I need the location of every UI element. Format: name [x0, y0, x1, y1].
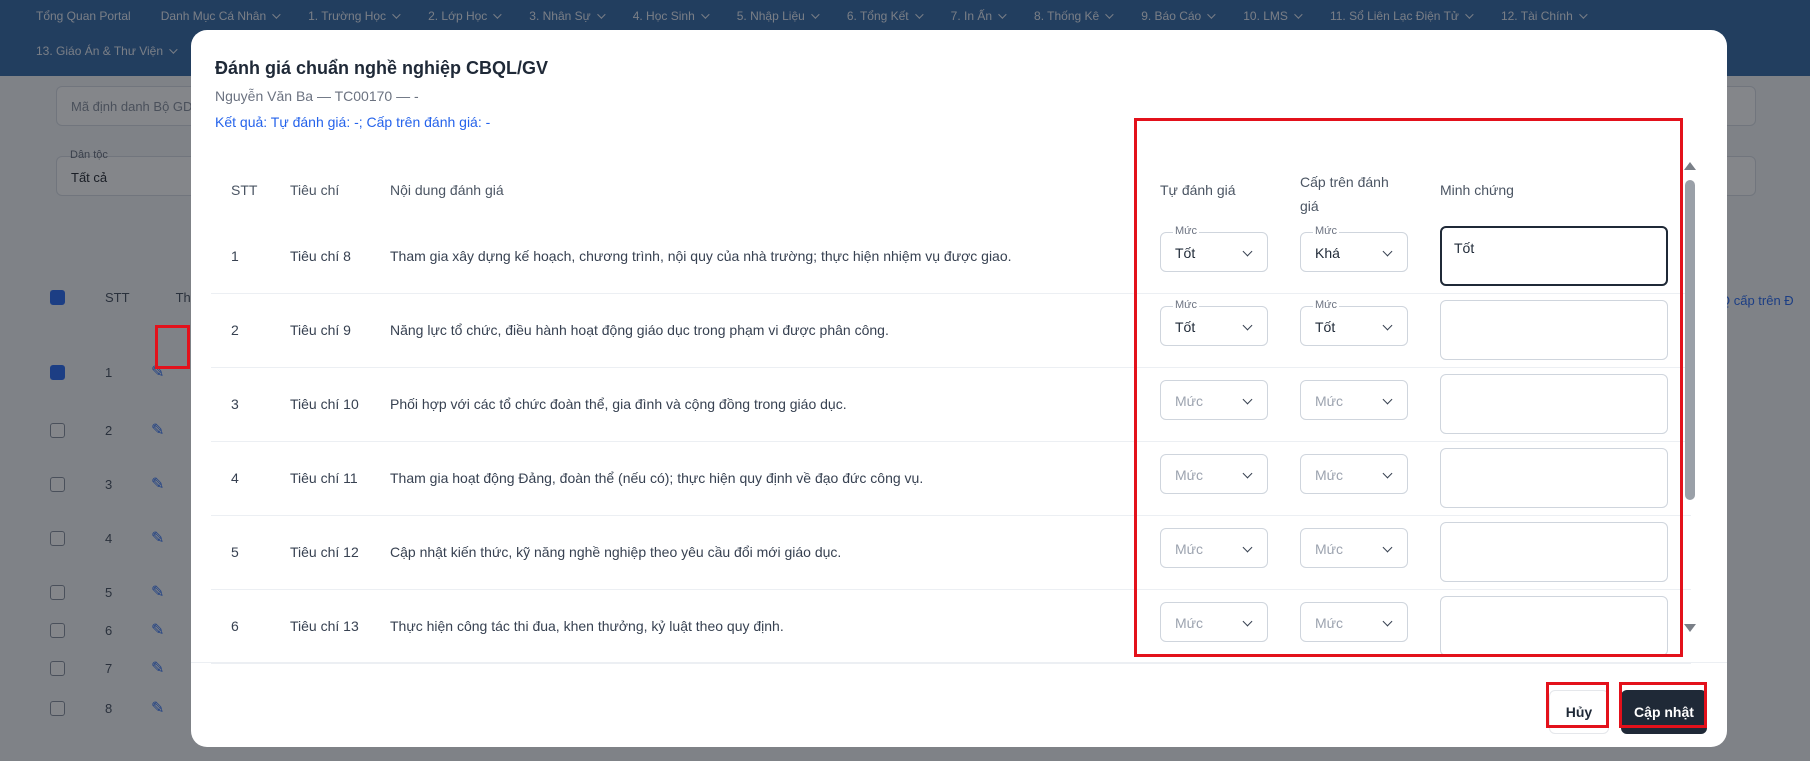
select-value: Tốt — [1175, 245, 1196, 261]
update-button[interactable]: Cập nhật — [1621, 690, 1707, 734]
footer-divider — [191, 662, 1727, 663]
evidence-input[interactable] — [1440, 300, 1668, 360]
table-row: 1 Tiêu chí 8 Tham gia xây dựng kế hoạch, c… — [211, 220, 1691, 294]
self-evaluation-select[interactable]: Mức Tốt — [1160, 299, 1268, 346]
evidence-input[interactable] — [1440, 522, 1668, 582]
row-stt: 5 — [231, 544, 239, 560]
header-superior-line1: Cấp trên đánh — [1300, 174, 1389, 190]
superior-evaluation-select[interactable]: Mức Khá — [1300, 225, 1408, 272]
row-content: Thực hiện công tác thi đua, khen thưởng,… — [390, 618, 784, 634]
chevron-down-icon — [1242, 394, 1253, 405]
select-value: Tốt — [1315, 319, 1336, 335]
modal-subtitle: Nguyễn Văn Ba — TC00170 — - — [215, 88, 419, 104]
superior-evaluation-select[interactable]: Mức — [1300, 380, 1408, 420]
header-superior-evaluation: Cấp trên đánh giá — [1300, 170, 1389, 218]
row-criterion: Tiêu chí 8 — [290, 248, 351, 264]
self-evaluation-select[interactable]: Mức — [1160, 602, 1268, 642]
header-superior-line2: giá — [1300, 198, 1319, 214]
row-criterion: Tiêu chí 10 — [290, 396, 359, 412]
row-stt: 4 — [231, 470, 239, 486]
row-criterion: Tiêu chí 9 — [290, 322, 351, 338]
evaluation-modal: Đánh giá chuẩn nghề nghiệp CBQL/GV Nguyễ… — [191, 30, 1727, 747]
select-value: Mức — [1315, 615, 1344, 631]
row-content: Cập nhật kiến thức, kỹ năng nghề nghiệp … — [390, 544, 842, 560]
row-stt: 6 — [231, 618, 239, 634]
chevron-down-icon — [1382, 542, 1393, 553]
header-self-evaluation: Tự đánh giá — [1160, 182, 1236, 198]
table-row: 5 Tiêu chí 12 Cập nhật kiến thức, kỹ năng … — [211, 516, 1691, 590]
evidence-input[interactable] — [1440, 448, 1668, 508]
row-content: Năng lực tổ chức, điều hành hoạt động gi… — [390, 322, 889, 338]
select-floating-label: Mức — [1313, 225, 1340, 237]
header-stt: STT — [231, 182, 258, 198]
superior-evaluation-select[interactable]: Mức — [1300, 454, 1408, 494]
evidence-input[interactable] — [1440, 374, 1668, 434]
row-stt: 1 — [231, 248, 239, 264]
select-value: Mức — [1175, 467, 1204, 483]
table-row: 2 Tiêu chí 9 Năng lực tổ chức, điều hành h… — [211, 294, 1691, 368]
header-evidence: Minh chứng — [1440, 182, 1514, 198]
scroll-down-arrow-icon[interactable] — [1684, 624, 1696, 632]
select-value: Mức — [1175, 615, 1204, 631]
table-row: 4 Tiêu chí 11 Tham gia hoạt động Đảng, đoà… — [211, 442, 1691, 516]
select-value: Khá — [1315, 245, 1340, 261]
chevron-down-icon — [1382, 320, 1393, 331]
select-value: Mức — [1175, 393, 1204, 409]
chevron-down-icon — [1242, 468, 1253, 479]
self-evaluation-select[interactable]: Mức — [1160, 380, 1268, 420]
select-value: Mức — [1315, 393, 1344, 409]
table-row: 3 Tiêu chí 10 Phối hợp với các tổ chức đoà… — [211, 368, 1691, 442]
row-content: Tham gia hoạt động Đảng, đoàn thể (nếu c… — [390, 470, 924, 486]
row-criterion: Tiêu chí 11 — [290, 470, 358, 486]
select-floating-label: Mức — [1173, 299, 1200, 311]
modal-title: Đánh giá chuẩn nghề nghiệp CBQL/GV — [215, 58, 549, 78]
row-criterion: Tiêu chí 12 — [290, 544, 359, 560]
self-evaluation-select[interactable]: Mức — [1160, 528, 1268, 568]
table-body: 1 Tiêu chí 8 Tham gia xây dựng kế hoạch, c… — [191, 220, 1727, 667]
superior-evaluation-select[interactable]: Mức — [1300, 602, 1408, 642]
chevron-down-icon — [1242, 320, 1253, 331]
modal-result: Kết quả: Tự đánh giá: -; Cấp trên đánh g… — [215, 114, 491, 130]
evidence-input[interactable] — [1440, 596, 1668, 656]
header-content: Nội dung đánh giá — [390, 182, 504, 198]
cancel-button[interactable]: Hủy — [1549, 690, 1609, 734]
row-content: Phối hợp với các tổ chức đoàn thể, gia đ… — [390, 396, 847, 412]
evidence-input[interactable]: Tốt — [1440, 226, 1668, 286]
table-header: STT Tiêu chí Nội dung đánh giá Tự đánh g… — [191, 160, 1727, 220]
select-value: Mức — [1315, 541, 1344, 557]
select-floating-label: Mức — [1313, 299, 1340, 311]
superior-evaluation-select[interactable]: Mức Tốt — [1300, 299, 1408, 346]
chevron-down-icon — [1382, 394, 1393, 405]
header-criterion: Tiêu chí — [290, 182, 340, 198]
row-criterion: Tiêu chí 13 — [290, 618, 359, 634]
scroll-up-arrow-icon[interactable] — [1684, 162, 1696, 170]
chevron-down-icon — [1242, 542, 1253, 553]
row-content: Tham gia xây dựng kế hoạch, chương trình… — [390, 248, 1012, 264]
row-stt: 2 — [231, 322, 239, 338]
row-stt: 3 — [231, 396, 239, 412]
table-row: 6 Tiêu chí 13 Thực hiện công tác thi đua, … — [211, 590, 1691, 664]
select-value: Tốt — [1175, 319, 1196, 335]
chevron-down-icon — [1242, 616, 1253, 627]
scroll-thumb[interactable] — [1685, 180, 1695, 500]
chevron-down-icon — [1242, 246, 1253, 257]
chevron-down-icon — [1382, 468, 1393, 479]
self-evaluation-select[interactable]: Mức Tốt — [1160, 225, 1268, 272]
self-evaluation-select[interactable]: Mức — [1160, 454, 1268, 494]
chevron-down-icon — [1382, 616, 1393, 627]
select-value: Mức — [1175, 541, 1204, 557]
select-value: Mức — [1315, 467, 1344, 483]
chevron-down-icon — [1382, 246, 1393, 257]
select-floating-label: Mức — [1173, 225, 1200, 237]
table-scrollbar[interactable] — [1684, 162, 1696, 632]
superior-evaluation-select[interactable]: Mức — [1300, 528, 1408, 568]
